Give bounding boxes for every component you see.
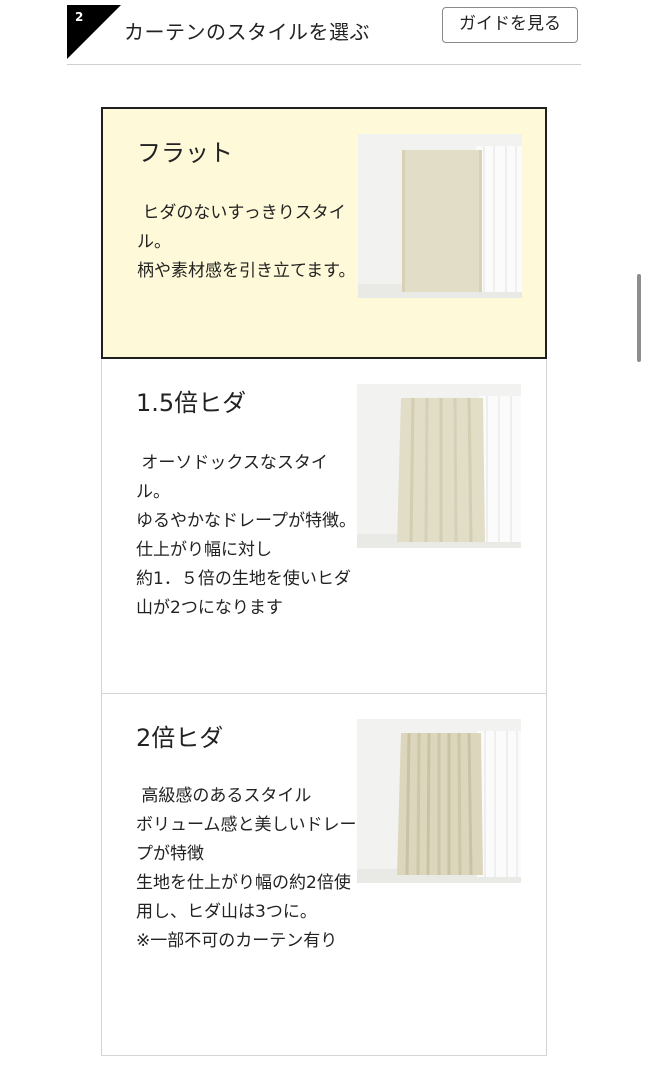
style-option-description: オーソドックスなスタイル。 ゆるやかなドレープが特徴。 仕上がり幅に対し 約1．… (136, 453, 356, 618)
style-option-title: 1.5倍ヒダ (136, 389, 247, 417)
guide-button[interactable]: ガイドを見る (442, 7, 578, 43)
style-option-description: 高級感のあるスタイル ボリューム感と美しいドレープが特徴 生地を仕上がり幅の約2… (136, 786, 357, 951)
pleated-1-5x-curtain-photo (357, 384, 521, 548)
section-title: カーテンのスタイルを選ぶ (124, 20, 370, 44)
style-option-flat[interactable]: フラット ヒダのないすっきりスタイル。 柄や素材感を引き立てます。 (101, 107, 547, 359)
header-divider (67, 64, 581, 65)
curtain-style-section: 2 カーテンのスタイルを選ぶ ガイドを見る フラット ヒダのないすっきりスタイル… (0, 0, 648, 1080)
flat-curtain-photo (358, 134, 522, 298)
scrollbar-thumb[interactable] (637, 274, 641, 362)
pleated-2x-curtain-photo (357, 719, 521, 883)
style-option-pleat-2x[interactable]: 2倍ヒダ 高級感のあるスタイル ボリューム感と美しいドレープが特徴 生地を仕上が… (101, 693, 547, 1056)
style-option-description: ヒダのないすっきりスタイル。 柄や素材感を引き立てます。 (137, 203, 356, 281)
step-number: 2 (75, 10, 84, 24)
style-option-pleat-1-5x[interactable]: 1.5倍ヒダ オーソドックスなスタイル。 ゆるやかなドレープが特徴。 仕上がり幅… (101, 358, 547, 694)
style-option-title: フラット (137, 139, 233, 167)
style-option-title: 2倍ヒダ (136, 724, 224, 752)
